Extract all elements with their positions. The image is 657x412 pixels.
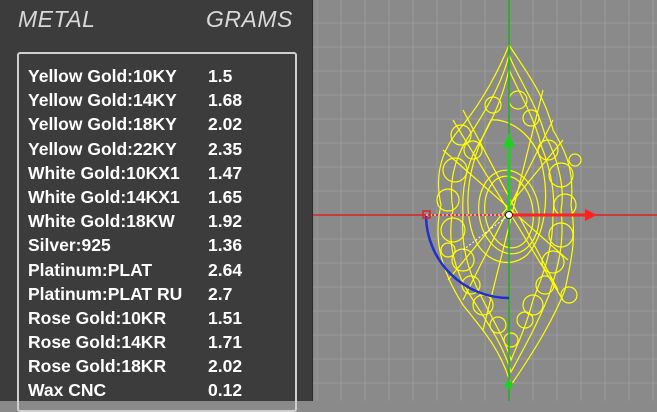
gumball-bottom-handle[interactable] [505, 381, 513, 389]
grams-value: 1.51 [208, 307, 243, 328]
metal-name: White Gold:10KX1 [28, 162, 180, 183]
metal-weight-row: Yellow Gold:22KY 2.35 [19, 137, 295, 161]
metal-weight-row: Wax CNC 0.12 [19, 378, 295, 402]
grams-value: 0.12 [208, 380, 243, 401]
gumball-move-x-arrow-head[interactable] [585, 209, 597, 221]
metal-weight-row: Yellow Gold:18KY 2.02 [19, 112, 295, 136]
grams-value: 2.35 [208, 138, 243, 159]
metal-column-header: METAL [18, 6, 96, 32]
metal-weight-row: White Gold:18KW 1.92 [19, 209, 295, 233]
metal-weight-row: Rose Gold:14KR 1.71 [19, 330, 295, 354]
gumball-move-y-arrow-head[interactable] [503, 133, 515, 147]
grams-value: 1.68 [208, 90, 243, 111]
metal-weight-row: Rose Gold:10KR 1.51 [19, 306, 295, 330]
metal-name: Platinum:PLAT RU [28, 283, 183, 304]
metal-weight-row: Platinum:PLAT 2.64 [19, 258, 295, 282]
metal-weight-row: Platinum:PLAT RU 2.7 [19, 282, 295, 306]
metal-name: White Gold:14KX1 [28, 186, 180, 207]
gumball-center-point[interactable] [505, 211, 513, 219]
grams-value: 1.71 [208, 332, 243, 353]
metal-weight-list: Yellow Gold:10KY 1.5 Yellow Gold:14KY 1.68 Y… [17, 52, 297, 412]
metal-name: Platinum:PLAT [28, 259, 153, 280]
metal-name: Silver:925 [28, 235, 111, 256]
grams-column-header: GRAMS [206, 6, 293, 32]
viewport-canvas[interactable] [313, 0, 657, 401]
grams-value: 2.7 [208, 283, 233, 304]
metal-name: Rose Gold:10KR [28, 307, 167, 328]
grams-value: 2.02 [208, 114, 243, 135]
grams-value: 1.36 [208, 235, 243, 256]
weight-panel: METAL GRAMS Yellow Gold:10KY 1.5 Yellow Go… [0, 0, 313, 412]
grams-value: 2.02 [208, 356, 243, 377]
metal-name: White Gold:18KW [28, 211, 175, 232]
3d-viewport[interactable] [313, 0, 657, 401]
metal-name: Rose Gold:18KR [28, 356, 167, 377]
metal-weight-row: Rose Gold:18KR 2.02 [19, 354, 295, 378]
metal-name: Yellow Gold:10KY [28, 66, 177, 86]
metal-name: Wax CNC [28, 380, 107, 401]
metal-name: Rose Gold:14KR [28, 332, 167, 353]
grams-value: 2.64 [208, 259, 243, 280]
grams-value: 1.92 [208, 211, 243, 232]
metal-weight-row: White Gold:10KX1 1.47 [19, 161, 295, 185]
metal-weight-row: Yellow Gold:14KY 1.68 [19, 88, 295, 112]
grams-value: 1.5 [208, 66, 233, 86]
grams-value: 1.65 [208, 186, 243, 207]
metal-weight-row: White Gold:14KX1 1.65 [19, 185, 295, 209]
metal-name: Yellow Gold:18KY [28, 114, 177, 135]
metal-name: Yellow Gold:14KY [28, 90, 177, 111]
metal-weight-row: Silver:925 1.36 [19, 233, 295, 257]
metal-weight-row: Yellow Gold:10KY 1.5 [19, 64, 295, 88]
metal-name: Yellow Gold:22KY [28, 138, 177, 159]
grams-value: 1.47 [208, 162, 243, 183]
